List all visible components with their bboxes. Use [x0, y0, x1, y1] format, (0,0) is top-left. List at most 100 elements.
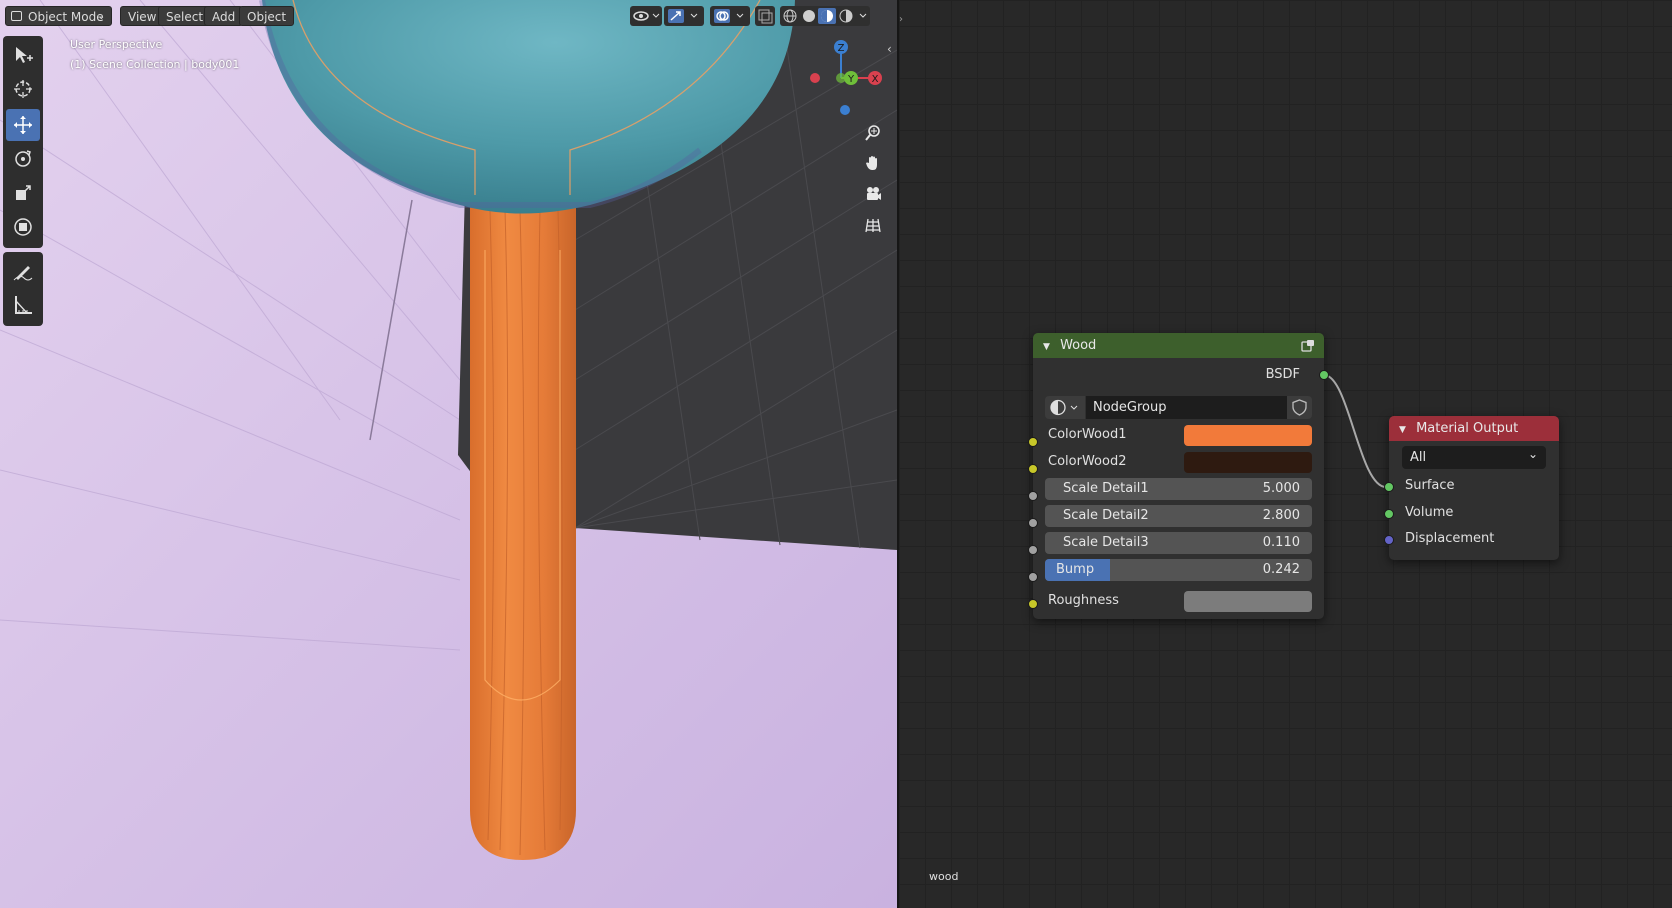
wood-node[interactable]: ▼ Wood BSDF NodeGroup ColorWood1 ColorWo… — [1033, 333, 1324, 619]
toolbar-annotate-group — [3, 252, 43, 326]
scale-detail2-value: 2.800 — [1262, 508, 1300, 523]
surface-input-label: Surface — [1405, 478, 1455, 493]
fake-user-button[interactable] — [1287, 396, 1312, 419]
object-mode-icon — [11, 11, 22, 21]
select-cursor-icon — [16, 47, 33, 63]
hand-pan-icon — [866, 156, 877, 170]
bump-label: Bump — [1056, 562, 1095, 577]
volume-input-socket[interactable] — [1384, 509, 1394, 519]
gizmo-arrows-icon — [668, 9, 698, 23]
solid-icon — [803, 10, 815, 22]
bump-socket[interactable] — [1028, 572, 1038, 582]
shading-icons — [783, 8, 867, 24]
zoom-button[interactable] — [860, 120, 886, 146]
3d-viewport[interactable]: Object Mode ⌄ View Select Add Object Use… — [0, 0, 897, 908]
xray-toggle[interactable] — [755, 6, 775, 26]
roughness-swatch[interactable] — [1184, 591, 1312, 612]
scene-render — [0, 0, 897, 908]
colorwood2-label: ColorWood2 — [1048, 454, 1127, 469]
tool-scale[interactable] — [6, 177, 40, 209]
roughness-socket[interactable] — [1028, 599, 1038, 609]
material-output-node[interactable]: ▼ Material Output All ⌄ Surface Volume D… — [1389, 416, 1559, 560]
scale-detail2-socket[interactable] — [1028, 518, 1038, 528]
mode-selector[interactable]: Object Mode ⌄ — [5, 6, 112, 26]
tool-measure[interactable] — [6, 289, 40, 321]
collapse-triangle-icon[interactable]: ▼ — [1043, 342, 1050, 352]
visibility-dropdown[interactable] — [630, 6, 662, 26]
material-preview-icon — [818, 8, 836, 24]
scale-detail3-value: 0.110 — [1262, 535, 1300, 550]
tool-transform[interactable] — [6, 211, 40, 243]
node-group-browse[interactable] — [1045, 396, 1085, 419]
toolbar-transform-group — [3, 36, 43, 248]
bsdf-output-label: BSDF — [1265, 367, 1300, 382]
wireframe-icon — [783, 9, 797, 23]
tool-rotate[interactable] — [6, 143, 40, 175]
gizmo-neg-y[interactable] — [836, 73, 846, 83]
gizmo-neg-x[interactable] — [810, 73, 820, 83]
rendered-icon — [839, 9, 853, 23]
gizmo-x-label: X — [872, 74, 879, 85]
wood-node-title: Wood — [1060, 338, 1097, 353]
roughness-label: Roughness — [1048, 593, 1119, 608]
output-target-select[interactable]: All ⌄ — [1402, 446, 1546, 469]
pan-button[interactable] — [860, 150, 886, 176]
sidebar-toggle-icon[interactable]: ‹ — [887, 42, 892, 56]
grid-ortho-icon — [865, 218, 881, 233]
displacement-input-socket[interactable] — [1384, 535, 1394, 545]
colorwood1-socket[interactable] — [1028, 437, 1038, 447]
scale-detail3-label: Scale Detail3 — [1063, 535, 1149, 550]
scale-detail1-socket[interactable] — [1028, 491, 1038, 501]
tool-move[interactable] — [6, 109, 40, 141]
gizmo-z-label: Z — [838, 43, 845, 54]
mode-label: Object Mode — [28, 10, 104, 24]
chevron-down-icon: ⌄ — [97, 12, 105, 22]
measure-ruler-icon — [15, 296, 32, 314]
bump-slider[interactable]: Bump 0.242 — [1045, 559, 1312, 581]
wood-node-header[interactable]: ▼ Wood — [1033, 333, 1324, 358]
menu-add[interactable]: Add — [204, 6, 244, 26]
chevron-down-icon: ⌄ — [1527, 447, 1538, 461]
output-target-value: All — [1410, 450, 1427, 465]
move-arrows-icon — [14, 116, 32, 134]
scale-detail3-slider[interactable]: Scale Detail3 0.110 — [1045, 532, 1312, 554]
3d-cursor-icon — [14, 80, 32, 98]
scale-detail1-value: 5.000 — [1262, 481, 1300, 496]
colorwood1-label: ColorWood1 — [1048, 427, 1127, 442]
gizmo-dropdown[interactable] — [664, 6, 704, 26]
camera-button[interactable] — [860, 181, 886, 207]
annotate-pencil-icon — [13, 266, 33, 281]
displacement-input-label: Displacement — [1405, 531, 1495, 546]
colorwood2-socket[interactable] — [1028, 464, 1038, 474]
transform-icon — [14, 218, 32, 236]
scale-detail3-socket[interactable] — [1028, 545, 1038, 555]
scale-detail1-slider[interactable]: Scale Detail1 5.000 — [1045, 478, 1312, 500]
shader-node-editor[interactable]: › ▼ Wood BSDF NodeGroup ColorWood1 Color… — [899, 0, 1672, 908]
material-output-title: Material Output — [1416, 421, 1519, 436]
scale-detail2-label: Scale Detail2 — [1063, 508, 1149, 523]
bsdf-output-socket[interactable] — [1319, 370, 1329, 380]
eye-icon — [633, 11, 660, 21]
scale-icon — [16, 185, 31, 200]
gizmo-neg-z[interactable] — [840, 105, 850, 115]
overlay-dropdown[interactable] — [710, 6, 750, 26]
colorwood2-swatch[interactable] — [1184, 452, 1312, 473]
surface-input-socket[interactable] — [1384, 482, 1394, 492]
node-group-name-field[interactable]: NodeGroup — [1086, 396, 1287, 419]
material-output-header[interactable]: ▼ Material Output — [1389, 416, 1559, 441]
material-name-label: wood — [929, 870, 959, 883]
node-group-icon[interactable] — [1300, 338, 1316, 354]
xray-icon — [758, 9, 773, 24]
ortho-toggle-button[interactable] — [860, 212, 886, 238]
menu-object[interactable]: Object — [239, 6, 295, 26]
scale-detail2-slider[interactable]: Scale Detail2 2.800 — [1045, 505, 1312, 527]
gizmo-y-label: Y — [847, 74, 855, 85]
shading-modes[interactable] — [780, 6, 870, 26]
tool-select-box[interactable] — [6, 39, 40, 71]
tool-cursor[interactable] — [6, 73, 40, 105]
collection-label: (1) Scene Collection | body001 — [70, 58, 240, 71]
colorwood1-swatch[interactable] — [1184, 425, 1312, 446]
navigation-gizmo[interactable]: Z X Y — [795, 36, 895, 126]
collapse-triangle-icon[interactable]: ▼ — [1399, 425, 1406, 435]
tool-annotate[interactable] — [6, 255, 40, 287]
